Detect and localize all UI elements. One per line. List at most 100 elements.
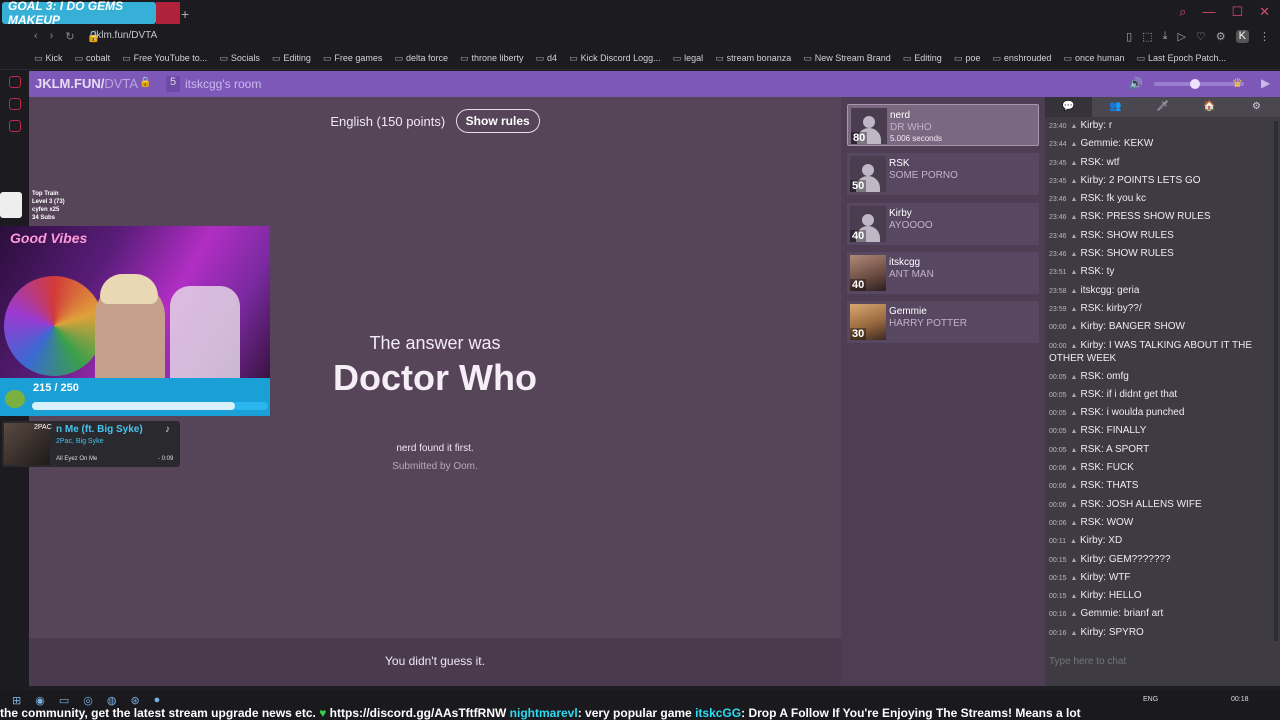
bookmark-12[interactable]: ▭ New Stream Brand	[803, 53, 891, 64]
close-icon[interactable]: ✕	[1259, 4, 1270, 20]
crown-icon[interactable]: ♛	[1232, 76, 1243, 90]
message-user[interactable]: Kirby	[1080, 175, 1103, 186]
forward-icon[interactable]: ›	[50, 30, 54, 43]
bookmark-1[interactable]: ▭ cobalt	[75, 53, 111, 64]
goal-tab[interactable]: GOAL 3: I DO GEMS MAKEUP	[2, 0, 156, 27]
bookmark-2[interactable]: ▭ Free YouTube to...	[122, 53, 207, 64]
message-user[interactable]: Kirby	[1080, 590, 1103, 601]
streamer-hair	[100, 274, 158, 304]
sidebar-icon-3[interactable]	[9, 120, 21, 132]
message-user[interactable]: RSK	[1080, 480, 1101, 491]
bookmark-15[interactable]: ▭ enshrouded	[992, 53, 1051, 64]
good-vibes-sign: Good Vibes	[10, 230, 88, 246]
chat-message: 00:15 ▲ Kirby: WTF	[1049, 569, 1273, 587]
reload-icon[interactable]: ↻	[65, 30, 74, 43]
chat-input[interactable]	[1049, 653, 1273, 669]
settings-tab-icon[interactable]: ⚙	[1233, 97, 1280, 117]
bookmarks-bar: ▭ Kick ▭ cobalt ▭ Free YouTube to... ▭ Socials ▭…	[0, 48, 1280, 70]
bookmark-14[interactable]: ▭ poe	[954, 53, 981, 64]
active-tab[interactable]	[156, 2, 180, 24]
bookmark-16[interactable]: ▭ once human	[1063, 53, 1124, 64]
message-user[interactable]: RSK	[1080, 303, 1101, 314]
new-tab-icon[interactable]: +	[181, 6, 189, 22]
volume-knob[interactable]	[1190, 79, 1200, 89]
clock[interactable]: 00:18	[1231, 696, 1249, 703]
players-tab-icon[interactable]: 👥	[1092, 97, 1139, 117]
message-user[interactable]: RSK	[1080, 462, 1101, 473]
site-logo[interactable]: JKLM.FUN/DVTA	[35, 76, 138, 91]
message-user[interactable]: RSK	[1080, 517, 1101, 528]
message-user[interactable]: RSK	[1080, 157, 1101, 168]
message-user[interactable]: RSK	[1080, 230, 1101, 241]
message-user[interactable]: itskcgg	[1080, 285, 1111, 296]
message-user[interactable]: RSK	[1080, 499, 1101, 510]
show-rules-button[interactable]: Show rules	[455, 109, 540, 133]
mod-tab-icon[interactable]: 🗡	[1139, 97, 1186, 117]
message-user[interactable]: Kirby	[1080, 321, 1103, 332]
sidebar-icon-1[interactable]	[9, 76, 21, 88]
player-card[interactable]: 80 nerd DR WHO 5.006 seconds	[847, 104, 1039, 146]
puzzle-icon[interactable]: ⚙	[1216, 30, 1226, 43]
message-text: wtf	[1106, 156, 1120, 168]
message-user[interactable]: RSK	[1080, 248, 1101, 259]
message-user[interactable]: RSK	[1080, 444, 1101, 455]
volume-icon[interactable]: 🔊	[1129, 77, 1143, 90]
message-user[interactable]: RSK	[1080, 425, 1101, 436]
play-icon[interactable]: ▷	[1177, 30, 1185, 43]
screenshot-icon[interactable]: ⬚	[1142, 30, 1152, 43]
profile-avatar[interactable]: K	[1235, 30, 1249, 43]
bookmark-17[interactable]: ▭ Last Epoch Patch...	[1136, 53, 1226, 64]
player-card[interactable]: 40 Kirby AYOOOO	[847, 203, 1039, 245]
message-user[interactable]: RSK	[1080, 193, 1101, 204]
minimize-icon[interactable]: —	[1202, 4, 1215, 20]
search-icon[interactable]: ⌕	[1179, 4, 1186, 20]
language-indicator[interactable]: ENG	[1143, 696, 1158, 703]
message-user[interactable]: Gemmie	[1080, 138, 1118, 149]
chat-scrollbar[interactable]	[1274, 121, 1278, 641]
bookmark-5[interactable]: ▭ Free games	[323, 53, 383, 64]
player-card[interactable]: 30 Gemmie HARRY POTTER	[847, 301, 1039, 343]
download-icon[interactable]: ⤓	[1163, 30, 1168, 43]
message-user[interactable]: Kirby	[1080, 535, 1103, 546]
message-user[interactable]: Kirby	[1080, 572, 1103, 583]
message-user[interactable]: Gemmie	[1080, 608, 1118, 619]
room-tab-icon[interactable]: 🏠	[1186, 97, 1233, 117]
message-user[interactable]: RSK	[1080, 407, 1101, 418]
volume-slider[interactable]	[1154, 79, 1244, 89]
bookmark-11[interactable]: ▭ stream bonanza	[715, 53, 791, 64]
chat-tab-icon[interactable]: 💬	[1045, 97, 1092, 117]
heart-icon[interactable]: ♡	[1196, 30, 1206, 43]
message-user[interactable]: RSK	[1080, 211, 1101, 222]
back-icon[interactable]: ‹	[34, 30, 38, 43]
bookmark-9[interactable]: ▭ Kick Discord Logg...	[569, 53, 661, 64]
bookmark-8[interactable]: ▭ d4	[536, 53, 558, 64]
message-user[interactable]: RSK	[1080, 266, 1101, 277]
toggle-panel-icon[interactable]: ▶	[1261, 76, 1270, 90]
menu-icon[interactable]: ⋮	[1259, 30, 1270, 43]
message-user[interactable]: Kirby	[1080, 554, 1103, 565]
user-icon: ▲	[1070, 446, 1078, 454]
maximize-icon[interactable]: ☐	[1231, 4, 1243, 20]
message-user[interactable]: Kirby	[1080, 120, 1103, 131]
message-user[interactable]: Kirby	[1080, 340, 1103, 351]
url-field[interactable]: jklm.fun/DVTA	[94, 30, 157, 41]
message-user[interactable]: Kirby	[1080, 627, 1103, 638]
bookmark-3[interactable]: ▭ Socials	[219, 53, 260, 64]
message-user[interactable]: RSK	[1080, 389, 1101, 400]
folder-icon: ▭	[803, 53, 812, 63]
bookmark-label: legal	[684, 53, 704, 63]
message-text: brianf art	[1123, 608, 1164, 620]
bookmark-7[interactable]: ▭ throne liberty	[460, 53, 524, 64]
bookmark-13[interactable]: ▭ Editing	[903, 53, 942, 64]
player-card[interactable]: 40 itskcgg ANT MAN	[847, 252, 1039, 294]
bookmark-icon[interactable]: ▯	[1126, 30, 1132, 43]
message-text: if i didnt get that	[1106, 388, 1178, 400]
sidebar-icon-2[interactable]	[9, 98, 21, 110]
player-card[interactable]: 50 RSK SOME PORNO	[847, 153, 1039, 195]
song-artist: 2Pac, Big Syke	[56, 438, 104, 445]
bookmark-0[interactable]: ▭ Kick	[34, 53, 63, 64]
bookmark-6[interactable]: ▭ delta force	[394, 53, 448, 64]
message-user[interactable]: RSK	[1080, 371, 1101, 382]
bookmark-10[interactable]: ▭ legal	[673, 53, 704, 64]
bookmark-4[interactable]: ▭ Editing	[272, 53, 311, 64]
